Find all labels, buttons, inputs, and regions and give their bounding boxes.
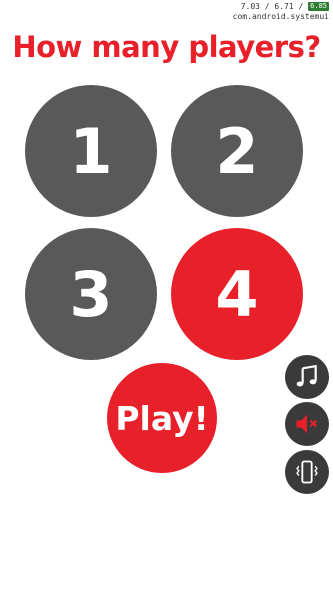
memory-badge: 6.85	[308, 2, 329, 11]
music-toggle-button[interactable]	[285, 355, 329, 399]
memory-readout: 7.03 / 6.71 / 6.85	[233, 2, 329, 12]
play-button[interactable]: Play!	[107, 363, 217, 473]
music-note-icon	[296, 364, 317, 387]
speaker-muted-icon	[296, 414, 318, 434]
vibrate-toggle-button[interactable]	[285, 450, 329, 494]
page-title: How many players?	[12, 30, 321, 64]
player-count-2-button[interactable]: 2	[171, 85, 303, 217]
sound-toggle-button[interactable]	[285, 402, 329, 446]
player-count-4-button[interactable]: 4	[171, 228, 303, 360]
vibrate-icon	[296, 460, 318, 484]
player-count-1-button[interactable]: 1	[25, 85, 157, 217]
system-debug-overlay: 7.03 / 6.71 / 6.85 com.android.systemui	[233, 2, 329, 22]
process-name: com.android.systemui	[232, 12, 329, 21]
memory-text: 7.03 / 6.71 /	[240, 2, 304, 11]
player-count-3-button[interactable]: 3	[25, 228, 157, 360]
